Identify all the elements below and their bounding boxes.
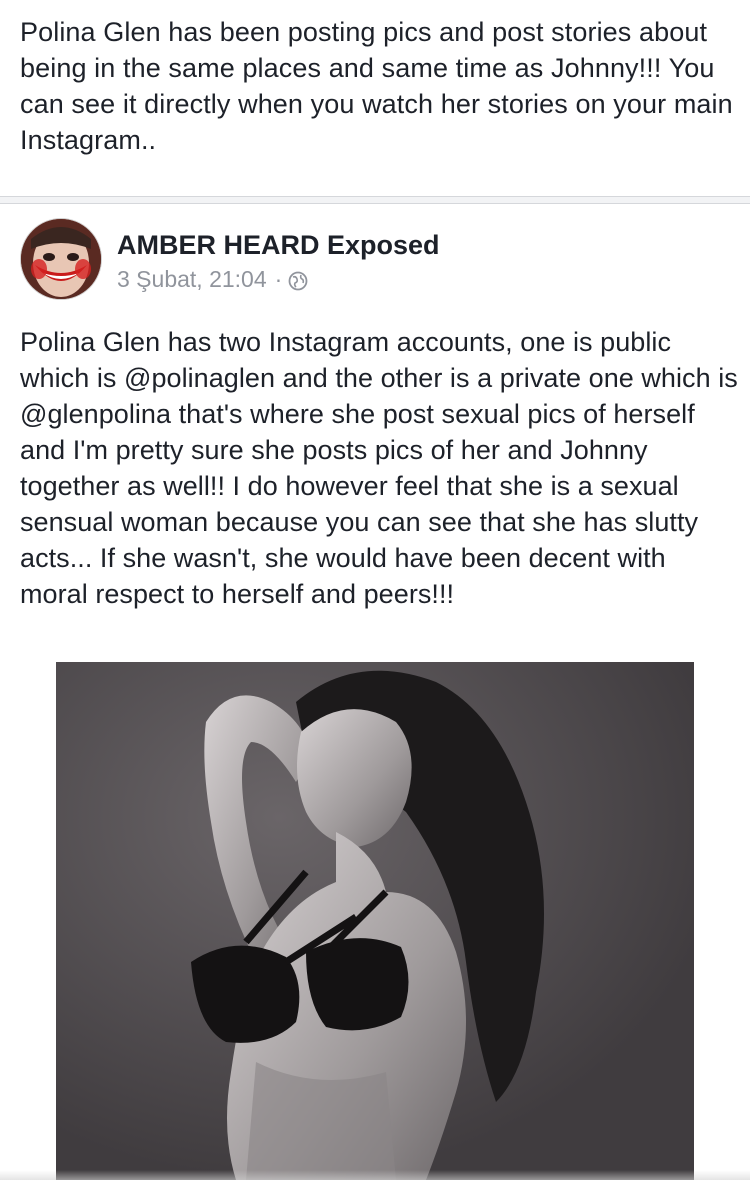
post-photo[interactable] [56,662,694,1180]
avatar-face-graphic [21,219,101,299]
screenshot-page: Polina Glen has been posting pics and po… [0,0,750,1180]
previous-post-text: Polina Glen has been posting pics and po… [20,17,733,155]
post-author-name[interactable]: AMBER HEARD Exposed [117,230,440,261]
previous-post: Polina Glen has been posting pics and po… [0,0,750,196]
meta-separator: · [274,266,283,292]
globe-icon[interactable] [288,270,308,290]
author-avatar[interactable] [20,218,102,300]
post-photo-graphic [56,662,694,1180]
post-timestamp[interactable]: 3 Şubat, 21:04 [117,266,267,293]
post-meta: 3 Şubat, 21:04 · [117,266,308,293]
bottom-edge-shadow [0,1170,750,1180]
post-body-text: Polina Glen has two Instagram accounts, … [20,327,738,609]
post-divider-lower [0,203,750,204]
